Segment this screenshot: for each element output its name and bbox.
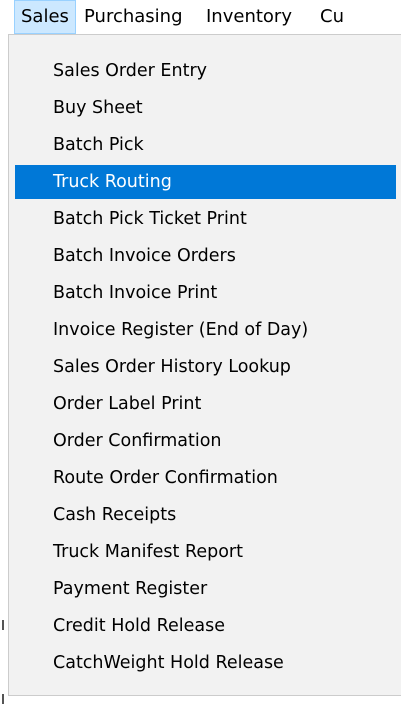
sales-dropdown-menu: Sales Order Entry Buy Sheet Batch Pick T… — [8, 34, 401, 696]
menu-item-sales-order-entry[interactable]: Sales Order Entry — [15, 54, 396, 88]
menu-bar: Sales Purchasing Inventory Cu — [0, 0, 401, 35]
menu-item-truck-manifest-report[interactable]: Truck Manifest Report — [15, 535, 396, 569]
menu-item-order-confirmation[interactable]: Order Confirmation — [15, 424, 396, 458]
menu-item-batch-pick[interactable]: Batch Pick — [15, 128, 396, 162]
menu-customers[interactable]: Cu — [314, 0, 350, 34]
menu-purchasing[interactable]: Purchasing — [78, 0, 189, 34]
menu-item-truck-routing[interactable]: Truck Routing — [15, 165, 396, 199]
menu-item-buy-sheet[interactable]: Buy Sheet — [15, 91, 396, 125]
menu-item-route-order-confirmation[interactable]: Route Order Confirmation — [15, 461, 396, 495]
menu-item-credit-hold-release[interactable]: Credit Hold Release — [15, 609, 396, 643]
menu-sales[interactable]: Sales — [14, 0, 76, 34]
menu-item-batch-invoice-print[interactable]: Batch Invoice Print — [15, 276, 396, 310]
edge-mark — [2, 620, 4, 630]
menu-item-invoice-register[interactable]: Invoice Register (End of Day) — [15, 313, 396, 347]
menu-item-payment-register[interactable]: Payment Register — [15, 572, 396, 606]
menu-item-sales-order-history-lookup[interactable]: Sales Order History Lookup — [15, 350, 396, 384]
window-left-edge — [0, 34, 8, 704]
menu-item-cash-receipts[interactable]: Cash Receipts — [15, 498, 396, 532]
menu-inventory[interactable]: Inventory — [200, 0, 298, 34]
menu-item-batch-invoice-orders[interactable]: Batch Invoice Orders — [15, 239, 396, 273]
menu-item-catchweight-hold-release[interactable]: CatchWeight Hold Release — [15, 646, 396, 680]
menu-item-order-label-print[interactable]: Order Label Print — [15, 387, 396, 421]
menu-item-batch-pick-ticket-print[interactable]: Batch Pick Ticket Print — [15, 202, 396, 236]
